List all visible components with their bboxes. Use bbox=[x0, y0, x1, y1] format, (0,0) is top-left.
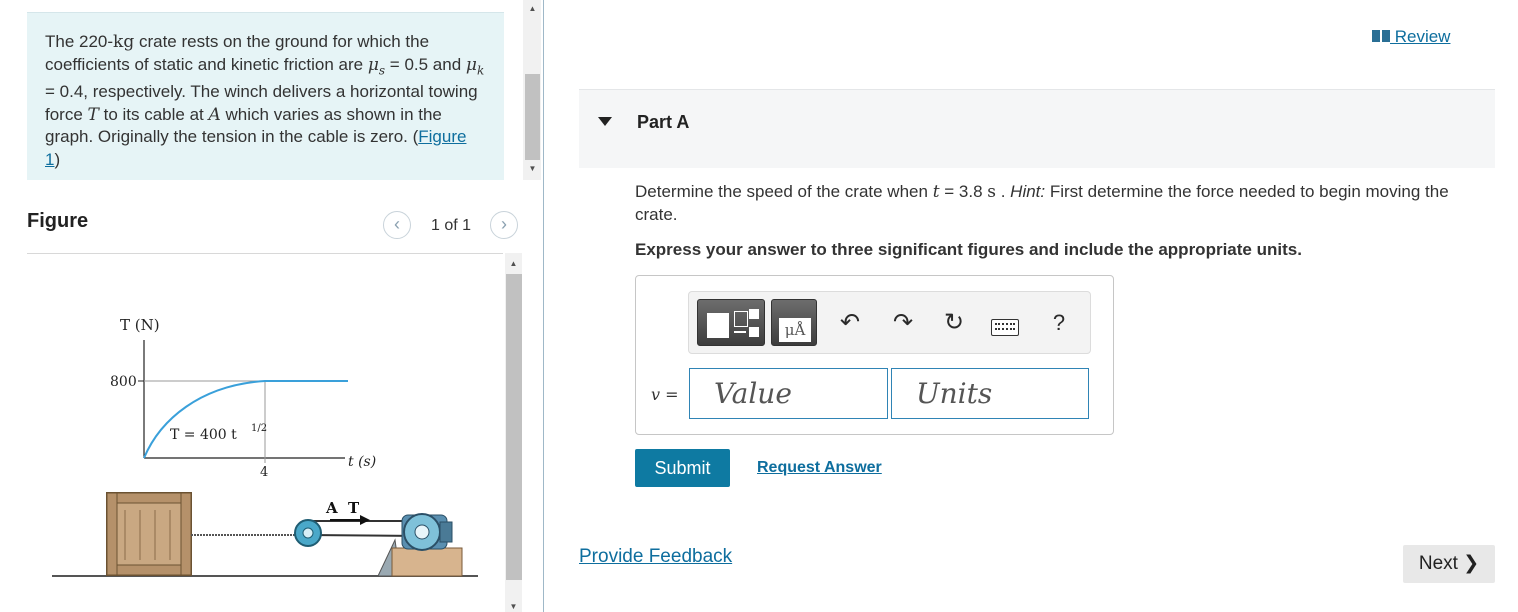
figure-counter: 1 of 1 bbox=[431, 217, 472, 234]
templates-icon bbox=[707, 313, 729, 338]
equals-sign: = bbox=[660, 385, 679, 404]
units-button[interactable]: μÅ bbox=[771, 299, 817, 346]
answer-instructions: Express your answer to three significant… bbox=[635, 240, 1302, 259]
keyboard-keys-row1 bbox=[995, 323, 1015, 327]
keyboard-keys-row2 bbox=[995, 328, 1015, 332]
problem-text: The 220- bbox=[45, 32, 114, 51]
figure-title: Figure bbox=[27, 210, 89, 232]
chevron-right-icon: › bbox=[501, 214, 507, 234]
part-a-header[interactable] bbox=[579, 89, 1495, 168]
next-figure-button[interactable]: › bbox=[490, 211, 518, 239]
figure-scroll-down-icon[interactable]: ▼ bbox=[505, 602, 522, 612]
scroll-down-arrow-icon[interactable]: ▼ bbox=[524, 164, 541, 174]
problem-text: ) bbox=[54, 149, 61, 169]
mass-unit: kg bbox=[113, 32, 135, 52]
winch bbox=[377, 513, 463, 577]
book-icon bbox=[1372, 30, 1390, 42]
label-a: A bbox=[325, 499, 338, 517]
label-t: T bbox=[348, 499, 360, 517]
help-button[interactable]: ? bbox=[1045, 309, 1073, 337]
problem-scrollbar-thumb[interactable] bbox=[525, 74, 540, 160]
templates-icon-sq2 bbox=[749, 327, 759, 337]
units-input[interactable]: Units bbox=[891, 368, 1089, 419]
x-axis-label: t (s) bbox=[348, 454, 376, 470]
reset-icon[interactable]: ↻ bbox=[940, 309, 968, 337]
part-a-title[interactable]: Part A bbox=[637, 112, 689, 133]
prev-figure-button[interactable]: ‹ bbox=[383, 211, 411, 239]
provide-feedback-link[interactable]: Provide Feedback bbox=[579, 546, 732, 568]
value-input[interactable]: Value bbox=[689, 368, 888, 419]
y-tick-label: 800 bbox=[110, 374, 137, 390]
variable-label: v = bbox=[651, 385, 679, 404]
request-answer-link[interactable]: Request Answer bbox=[757, 459, 882, 477]
variable-symbol: v bbox=[651, 385, 661, 404]
y-axis-label: T (N) bbox=[120, 316, 160, 334]
question-part: . bbox=[996, 182, 1011, 201]
figure-scroll-up-icon[interactable]: ▲ bbox=[505, 259, 522, 269]
mu-s-symbol: μ bbox=[367, 54, 379, 75]
problem-text: to its cable at bbox=[98, 104, 209, 124]
crate bbox=[106, 492, 192, 576]
chevron-right-icon: ❯ bbox=[1463, 553, 1480, 574]
redo-icon[interactable]: ↷ bbox=[889, 309, 917, 337]
pulley-hub bbox=[302, 527, 314, 539]
templates-icon-bar bbox=[734, 331, 746, 333]
figure-scrollbar-thumb[interactable] bbox=[506, 274, 522, 580]
caret-down-icon[interactable] bbox=[598, 117, 612, 126]
question-part: = 3.8 bbox=[939, 182, 988, 201]
question-text: Determine the speed of the crate when t … bbox=[635, 181, 1485, 226]
figure-divider bbox=[27, 253, 503, 254]
x-tick-label: 4 bbox=[260, 465, 268, 480]
undo-icon[interactable]: ↶ bbox=[836, 309, 864, 337]
equation-exponent: 1/2 bbox=[251, 423, 267, 434]
mu-k-subscript: k bbox=[476, 62, 485, 77]
templates-icon-box bbox=[734, 311, 748, 327]
point-a-symbol: A bbox=[208, 104, 221, 125]
review-label[interactable]: Review bbox=[1390, 27, 1451, 46]
mu-k-symbol: μ bbox=[465, 54, 477, 75]
problem-text: = 0.5 and bbox=[385, 54, 466, 74]
problem-statement: The 220-kg crate rests on the ground for… bbox=[27, 12, 504, 180]
next-button[interactable]: Next ❯ bbox=[1403, 545, 1495, 583]
scroll-up-arrow-icon[interactable]: ▲ bbox=[524, 4, 541, 14]
equation-label: T = 400 t bbox=[170, 427, 237, 443]
review-link[interactable]: Review bbox=[1372, 27, 1450, 47]
time-symbol: t bbox=[932, 182, 940, 202]
templates-button[interactable] bbox=[697, 299, 765, 346]
templates-icon-sq1 bbox=[749, 309, 759, 319]
chevron-left-icon: ‹ bbox=[394, 214, 400, 234]
keyboard-icon[interactable] bbox=[991, 319, 1019, 336]
tension-arrowhead bbox=[360, 515, 370, 525]
units-icon: μÅ bbox=[779, 318, 811, 342]
tension-symbol: T bbox=[87, 104, 99, 125]
hint-label: Hint: bbox=[1010, 182, 1046, 201]
graph: T (N) 800 4 t (s) T = 400 t 1/2 bbox=[110, 316, 376, 480]
tension-curve bbox=[143, 380, 348, 459]
figure-image: T (N) 800 4 t (s) T = 400 t 1/2 A T bbox=[52, 316, 478, 577]
submit-button[interactable]: Submit bbox=[635, 449, 730, 487]
time-unit: s bbox=[987, 182, 996, 202]
question-part: Determine the speed of the crate when bbox=[635, 182, 933, 201]
next-label: Next bbox=[1418, 553, 1458, 574]
pane-divider bbox=[543, 0, 544, 612]
